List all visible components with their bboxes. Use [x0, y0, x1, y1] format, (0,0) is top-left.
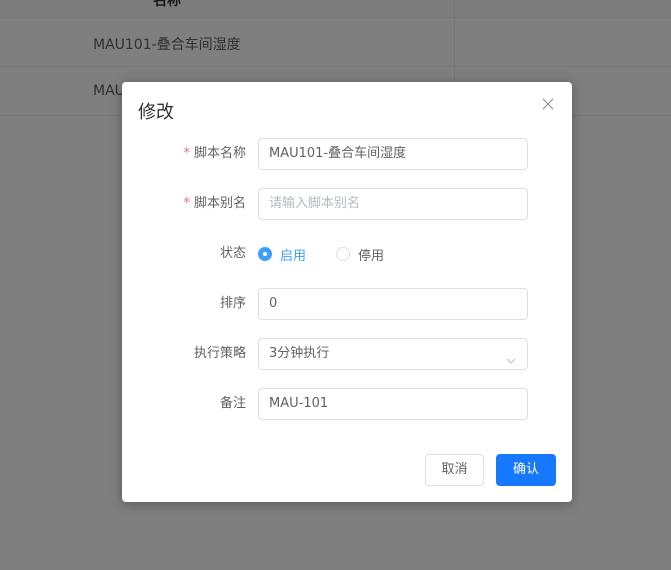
confirm-button[interactable]: 确认 [496, 454, 556, 486]
radio-checked-icon [258, 247, 272, 261]
required-asterisk: * [183, 146, 190, 161]
form-row-script-alias: * 脚本别名 请输入脚本别名 [122, 188, 572, 220]
status-radio-enabled[interactable]: 启用 [258, 245, 306, 264]
required-asterisk: * [183, 196, 190, 211]
remark-input[interactable]: MAU-101 [258, 388, 528, 420]
radio-label-enabled: 启用 [280, 248, 307, 264]
form-row-script-name: * 脚本名称 MAU101-叠合车间湿度 [122, 138, 572, 170]
script-name-input[interactable]: MAU101-叠合车间湿度 [258, 138, 528, 170]
status-radio-disabled[interactable]: 停用 [336, 245, 384, 264]
script-alias-input[interactable]: 请输入脚本别名 [258, 188, 528, 220]
edit-dialog: 修改 * 脚本名称 MAU101-叠合车间湿度 * 脚本别名 请输入脚本别名 状态 … [122, 82, 572, 502]
sort-label: 排序 [219, 296, 246, 311]
script-alias-label: * 脚本别名 [183, 196, 246, 211]
form-row-strategy: 执行策略 3分钟执行 [122, 338, 572, 370]
strategy-select[interactable]: 3分钟执行 [258, 338, 528, 370]
strategy-label: 执行策略 [193, 346, 246, 361]
sort-input[interactable]: 0 [258, 288, 528, 320]
form-row-status: 状态 启用 停用 [122, 238, 572, 270]
script-name-label: * 脚本名称 [183, 146, 246, 161]
chevron-down-icon [505, 349, 517, 364]
status-label: 状态 [219, 246, 246, 261]
remark-label: 备注 [219, 396, 246, 411]
form-row-remark: 备注 MAU-101 [122, 388, 572, 420]
close-icon[interactable] [540, 96, 556, 112]
radio-unchecked-icon [336, 247, 351, 261]
status-radio-group: 启用 停用 [258, 238, 414, 270]
dialog-title: 修改 [138, 102, 174, 123]
radio-label-disabled: 停用 [358, 248, 385, 264]
strategy-selected-value: 3分钟执行 [269, 346, 330, 361]
form-row-sort: 排序 0 [122, 288, 572, 320]
cancel-button[interactable]: 取消 [425, 454, 484, 486]
